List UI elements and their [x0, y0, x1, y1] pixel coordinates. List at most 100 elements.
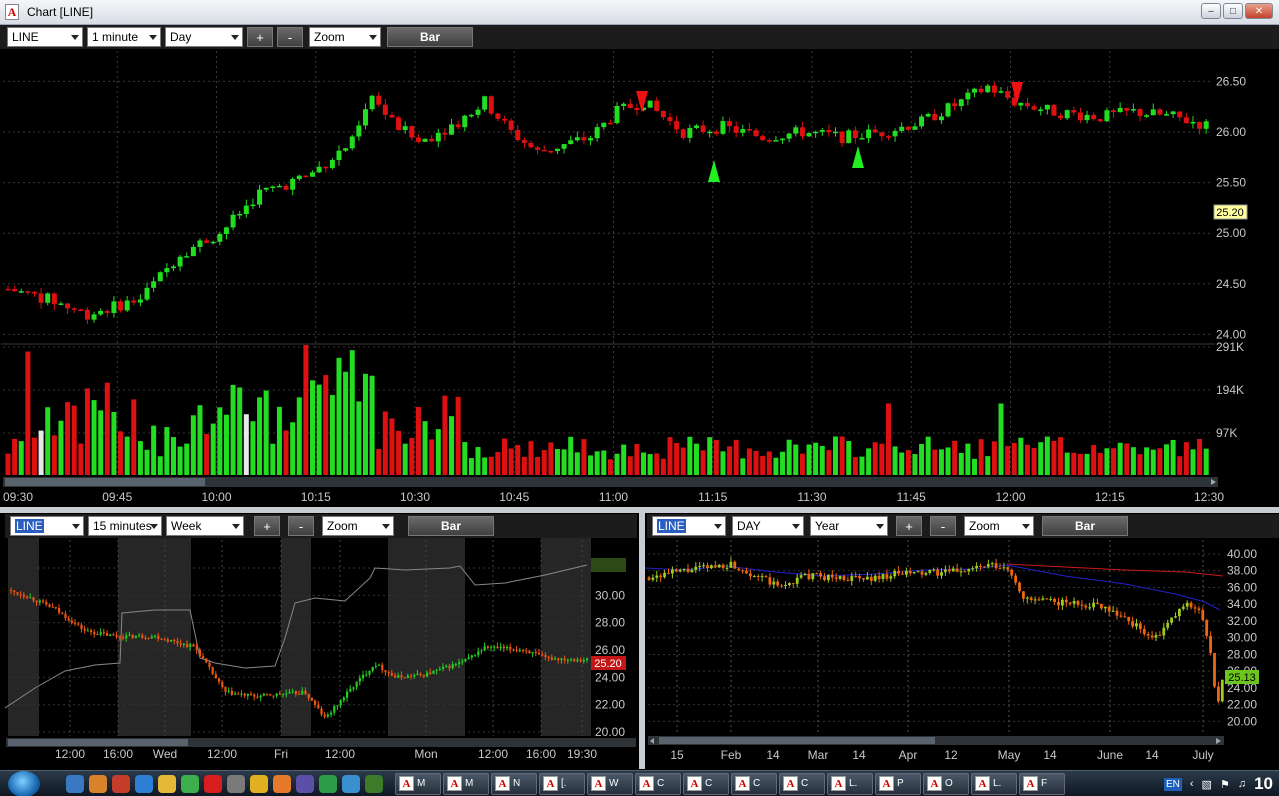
task-button[interactable]: AP	[875, 772, 921, 795]
time-tick-label: Wed	[153, 747, 177, 761]
year-range-select[interactable]: Year	[810, 516, 888, 536]
app-icon[interactable]	[365, 774, 383, 793]
opera-icon[interactable]	[204, 774, 222, 793]
candle-body	[102, 632, 105, 634]
browser-icon[interactable]	[135, 774, 153, 793]
volume-bar	[25, 351, 31, 475]
main-zoom-out-button[interactable]: -	[277, 27, 303, 47]
maximize-button[interactable]: □	[1223, 3, 1243, 19]
search-icon[interactable]	[342, 774, 360, 793]
week-zoom-out-button[interactable]: -	[288, 516, 314, 536]
splitter-vertical[interactable]	[639, 507, 645, 769]
chrome-icon[interactable]	[250, 774, 268, 793]
candle-body	[1197, 121, 1203, 129]
week-bar-button[interactable]: Bar	[408, 516, 494, 536]
folder-icon[interactable]	[158, 774, 176, 793]
candle-body	[663, 572, 666, 578]
settings-icon[interactable]	[89, 774, 107, 793]
task-button[interactable]: AF	[1019, 772, 1065, 795]
volume-bar	[932, 449, 938, 475]
week-symbol-select[interactable]: LINE	[10, 516, 84, 536]
candle-body	[550, 657, 553, 660]
volume-bar	[925, 436, 931, 475]
week-range-select[interactable]: Week	[166, 516, 244, 536]
language-indicator[interactable]: EN	[1163, 777, 1182, 791]
candle-body	[371, 666, 374, 672]
main-zoom-select[interactable]: Zoom	[309, 27, 381, 47]
candle-body	[971, 568, 975, 570]
app-icon[interactable]	[227, 774, 245, 793]
candle-body	[955, 568, 959, 572]
year-zoom-in-button[interactable]: +	[896, 516, 922, 536]
app-icon[interactable]	[181, 774, 199, 793]
candle-body	[1213, 653, 1216, 687]
task-button[interactable]: AO	[923, 772, 969, 795]
volume-bar	[568, 436, 574, 475]
main-symbol-select[interactable]: LINE	[7, 27, 83, 47]
candle-body	[945, 103, 951, 117]
year-zoom-out-button[interactable]: -	[930, 516, 956, 536]
price-tick-label: 26.00	[1216, 125, 1246, 139]
candle-body	[1061, 599, 1064, 606]
week-interval-select[interactable]: 15 minutes	[88, 516, 162, 536]
week-zoom-select[interactable]: Zoom	[322, 516, 394, 536]
flag-icon[interactable]: ⚑	[1220, 778, 1230, 791]
app-icon[interactable]	[296, 774, 314, 793]
minimize-button[interactable]: –	[1201, 3, 1221, 19]
week-scrollbar-thumb[interactable]	[8, 739, 188, 746]
start-button[interactable]	[8, 770, 40, 796]
candle-body	[737, 568, 741, 571]
main-scrollbar-thumb[interactable]	[5, 478, 205, 486]
candle-body	[506, 646, 509, 649]
candle-body	[793, 127, 799, 134]
week-zoom-in-button[interactable]: +	[254, 516, 280, 536]
candle-body	[109, 634, 112, 636]
candle-body	[320, 708, 323, 715]
candle-body	[98, 310, 104, 315]
candle-body	[154, 635, 157, 637]
volume-bar	[693, 443, 699, 475]
main-interval-select[interactable]: 1 minute	[87, 27, 161, 47]
desktop-icon[interactable]	[66, 774, 84, 793]
task-button[interactable]: A L.	[971, 772, 1017, 795]
task-button[interactable]: AM	[443, 772, 489, 795]
year-chart[interactable]: 40.0038.0036.0034.0032.0030.0028.0026.00…	[645, 538, 1279, 766]
network-icon[interactable]: ▧	[1202, 778, 1212, 791]
task-button[interactable]: A [.	[539, 772, 585, 795]
candle-body	[272, 695, 275, 697]
week-scrollbar[interactable]	[6, 738, 636, 747]
app-icon[interactable]	[319, 774, 337, 793]
clock[interactable]: 10	[1254, 774, 1273, 794]
task-button[interactable]: AM	[395, 772, 441, 795]
year-zoom-select[interactable]: Zoom	[964, 516, 1034, 536]
year-bar-button[interactable]: Bar	[1042, 516, 1128, 536]
close-button[interactable]: ✕	[1245, 3, 1273, 19]
year-scrollbar-thumb[interactable]	[659, 737, 935, 744]
task-button[interactable]: AC	[635, 772, 681, 795]
task-button[interactable]: AC	[683, 772, 729, 795]
candle-body	[764, 576, 768, 578]
year-scrollbar[interactable]	[648, 736, 1224, 745]
main-bar-button[interactable]: Bar	[387, 27, 473, 47]
chevron-left-icon[interactable]: ‹	[1190, 778, 1194, 790]
firefox-icon[interactable]	[273, 774, 291, 793]
candle-body	[376, 95, 382, 105]
task-button[interactable]: AC	[779, 772, 825, 795]
main-scrollbar[interactable]	[3, 477, 1218, 487]
candle-body	[566, 659, 569, 661]
week-chart[interactable]: 32.0030.0028.0026.0024.0022.0020.00 25.2…	[5, 538, 639, 766]
main-range-select[interactable]: Day	[165, 27, 243, 47]
app-icon[interactable]	[112, 774, 130, 793]
year-symbol-select[interactable]: LINE	[652, 516, 726, 536]
task-button[interactable]: A L.	[827, 772, 873, 795]
task-button[interactable]: AC	[731, 772, 777, 795]
task-button[interactable]: AW	[587, 772, 633, 795]
main-zoom-in-button[interactable]: +	[247, 27, 273, 47]
main-chart[interactable]: 26.5026.0025.5025.0024.5024.00 291K194K9…	[0, 49, 1279, 507]
year-interval-select[interactable]: DAY	[732, 516, 804, 536]
candle-body	[218, 678, 221, 682]
volume-tick-label: 291K	[1216, 340, 1244, 354]
volume-bar	[581, 439, 587, 475]
task-button[interactable]: AN	[491, 772, 537, 795]
volume-icon[interactable]: ♫	[1238, 778, 1246, 790]
